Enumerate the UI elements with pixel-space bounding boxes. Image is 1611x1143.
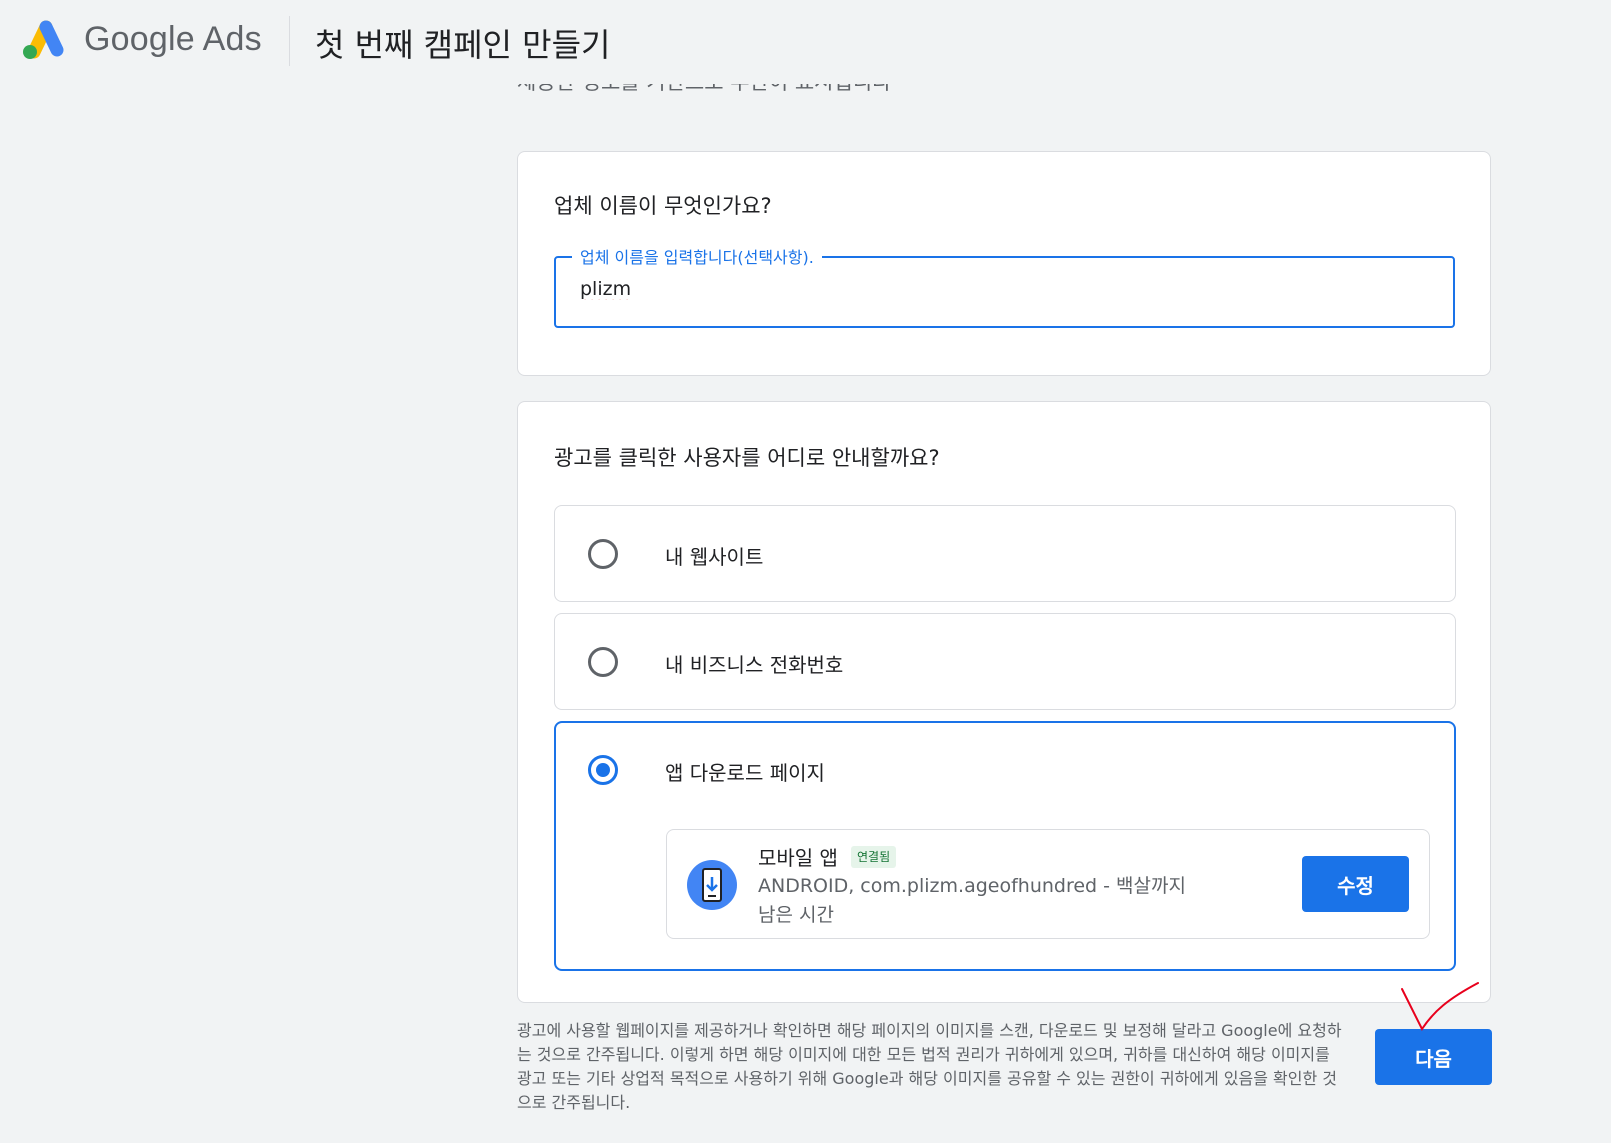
page-title: 첫 번째 캠페인 만들기 <box>315 26 611 64</box>
option-phone[interactable]: 내 비즈니스 전화번호 <box>554 613 1456 710</box>
option-website[interactable]: 내 웹사이트 <box>554 505 1456 602</box>
status-badge: 연결됨 <box>851 846 897 868</box>
radio-app-download[interactable] <box>588 755 618 785</box>
mobile-app-download-icon <box>687 860 737 910</box>
option-app-download[interactable]: 앱 다운로드 페이지 모바일 앱 연결됨 ANDROID, com.plizm.… <box>554 721 1456 971</box>
radio-selected-dot <box>596 763 610 777</box>
scrolled-off-text: 제공한 정보를 기반으로 부관이 표시됩니다 <box>517 84 891 106</box>
option-phone-label: 내 비즈니스 전화번호 <box>665 653 844 677</box>
business-name-field[interactable]: 업체 이름을 입력합니다(선택사항). <box>554 244 1455 328</box>
google-ads-wordmark: Google Ads <box>84 20 262 58</box>
handdrawn-check-annotation <box>1401 982 1479 1031</box>
business-name-heading: 업체 이름이 무엇인가요? <box>554 194 772 218</box>
destination-heading: 광고를 클릭한 사용자를 어디로 안내할까요? <box>554 446 940 470</box>
business-name-input[interactable] <box>580 278 1440 300</box>
top-header: Google Ads 첫 번째 캠페인 만들기 <box>0 0 1611 84</box>
radio-phone[interactable] <box>588 647 618 677</box>
app-description: ANDROID, com.plizm.ageofhundred - 백살까지 남… <box>758 875 1186 926</box>
edit-button[interactable]: 수정 <box>1302 856 1409 912</box>
google-ads-logo-icon <box>23 20 64 59</box>
option-app-download-label: 앱 다운로드 페이지 <box>665 761 825 785</box>
option-website-label: 내 웹사이트 <box>665 545 764 569</box>
mobile-app-card: 모바일 앱 연결됨 ANDROID, com.plizm.ageofhundre… <box>666 829 1430 939</box>
radio-website[interactable] <box>588 539 618 569</box>
header-divider <box>289 16 290 66</box>
destination-card: 광고를 클릭한 사용자를 어디로 안내할까요? 내 웹사이트 내 비즈니스 전화… <box>517 401 1491 1003</box>
business-name-label: 업체 이름을 입력합니다(선택사항). <box>572 244 822 268</box>
app-title: 모바일 앱 <box>758 846 838 870</box>
image-rights-disclaimer: 광고에 사용할 웹페이지를 제공하거나 확인하면 해당 페이지의 이미지를 스캔… <box>517 1021 1342 1112</box>
business-name-card: 업체 이름이 무엇인가요? 업체 이름을 입력합니다(선택사항). <box>517 151 1491 376</box>
